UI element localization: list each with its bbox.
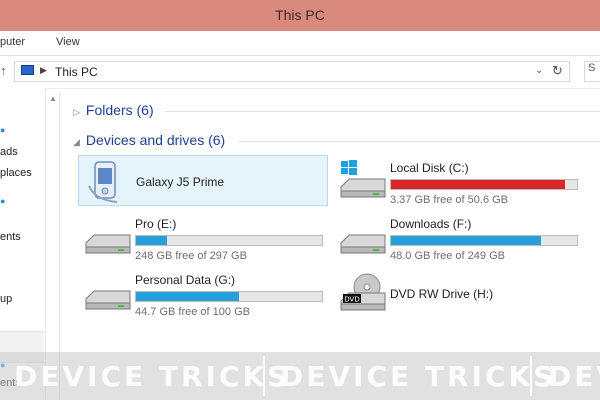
address-bar[interactable]: ▶ This PC ⌄ ↻ <box>14 61 570 82</box>
dvd-drive-icon: DVD <box>340 273 386 311</box>
drive-free-space: 48.0 GB free of 249 GB <box>390 250 505 262</box>
drive-usage-fill <box>136 236 167 245</box>
drive-usage-fill <box>391 180 565 189</box>
watermark-divider <box>530 356 532 396</box>
drive-name: Personal Data (G:) <box>135 273 236 287</box>
watermark-text: DEVICE TRICKS <box>280 360 557 393</box>
drive-c[interactable]: Local Disk (C:) 3.37 GB free of 50.6 GB <box>333 155 583 206</box>
dvd-badge: DVD <box>344 296 359 304</box>
drive-usage-fill <box>136 292 239 301</box>
nav-item-backup[interactable]: up <box>0 293 12 305</box>
folder-icon: ● <box>0 196 6 206</box>
group-divider <box>166 111 600 112</box>
drive-usage-bar <box>135 235 323 246</box>
drive-name: Downloads (F:) <box>390 217 472 231</box>
star-icon: ● <box>0 125 6 135</box>
up-arrow-icon[interactable]: ↑ <box>0 63 7 78</box>
watermark-text-partial: DEV <box>548 360 600 393</box>
chevron-right-icon[interactable]: ▷ <box>73 107 80 117</box>
scroll-up-icon[interactable]: ▲ <box>49 94 57 103</box>
device-name: Galaxy J5 Prime <box>136 175 225 189</box>
ribbon-tabs: puter View <box>0 31 600 56</box>
group-folders-label: Folders (6) <box>85 102 154 118</box>
watermark: DEVICE TRICKS DEVICE TRICKS DEV <box>0 352 600 400</box>
tab-computer[interactable]: puter <box>0 36 25 48</box>
title-bar: This PC <box>0 0 600 31</box>
drive-icon <box>85 290 131 310</box>
watermark-text: DEVICE TRICKS <box>14 360 291 393</box>
drive-e[interactable]: Pro (E:) 248 GB free of 297 GB <box>78 211 328 262</box>
drive-f[interactable]: Downloads (F:) 48.0 GB free of 249 GB <box>333 211 583 262</box>
group-folders[interactable]: ▷ Folders (6) <box>73 102 154 118</box>
drive-g[interactable]: Personal Data (G:) 44.7 GB free of 100 G… <box>78 267 328 318</box>
drive-usage-bar <box>390 179 578 190</box>
watermark-divider <box>263 356 265 396</box>
nav-item-recent-places[interactable]: places <box>0 167 32 179</box>
breadcrumb[interactable]: This PC <box>55 65 98 79</box>
drive-free-space: 248 GB free of 297 GB <box>135 250 247 262</box>
computer-icon <box>21 65 34 75</box>
group-devices-label: Devices and drives (6) <box>85 132 226 148</box>
drive-free-space: 3.37 GB free of 50.6 GB <box>390 194 509 206</box>
window-title: This PC <box>275 7 325 23</box>
group-devices[interactable]: ◢ Devices and drives (6) <box>73 132 225 148</box>
chevron-down-icon[interactable]: ◢ <box>73 137 80 147</box>
search-input[interactable]: S <box>584 61 600 82</box>
nav-item-documents[interactable]: ents <box>0 231 21 243</box>
device-galaxy-j5-prime[interactable]: Galaxy J5 Prime <box>78 155 328 206</box>
address-row: ↑ ▶ This PC ⌄ ↻ S <box>0 56 600 89</box>
drive-usage-fill <box>391 236 542 245</box>
refresh-icon[interactable]: ↻ <box>552 63 563 79</box>
chevron-down-icon[interactable]: ⌄ <box>535 65 543 76</box>
group-divider <box>238 141 600 142</box>
drive-h[interactable]: DVD DVD RW Drive (H:) <box>333 267 583 315</box>
drive-usage-bar <box>135 291 323 302</box>
drive-usage-bar <box>390 235 578 246</box>
drive-free-space: 44.7 GB free of 100 GB <box>135 306 250 318</box>
windows-drive-icon <box>340 160 386 198</box>
breadcrumb-chevron-icon[interactable]: ▶ <box>40 65 47 76</box>
phone-icon <box>88 161 118 203</box>
nav-item-downloads[interactable]: ads <box>0 146 18 158</box>
drive-name: Local Disk (C:) <box>390 161 469 175</box>
tab-view[interactable]: View <box>56 36 80 48</box>
drive-name: DVD RW Drive (H:) <box>390 287 494 301</box>
drive-icon <box>85 234 131 254</box>
drive-icon <box>340 234 386 254</box>
drive-name: Pro (E:) <box>135 217 177 231</box>
